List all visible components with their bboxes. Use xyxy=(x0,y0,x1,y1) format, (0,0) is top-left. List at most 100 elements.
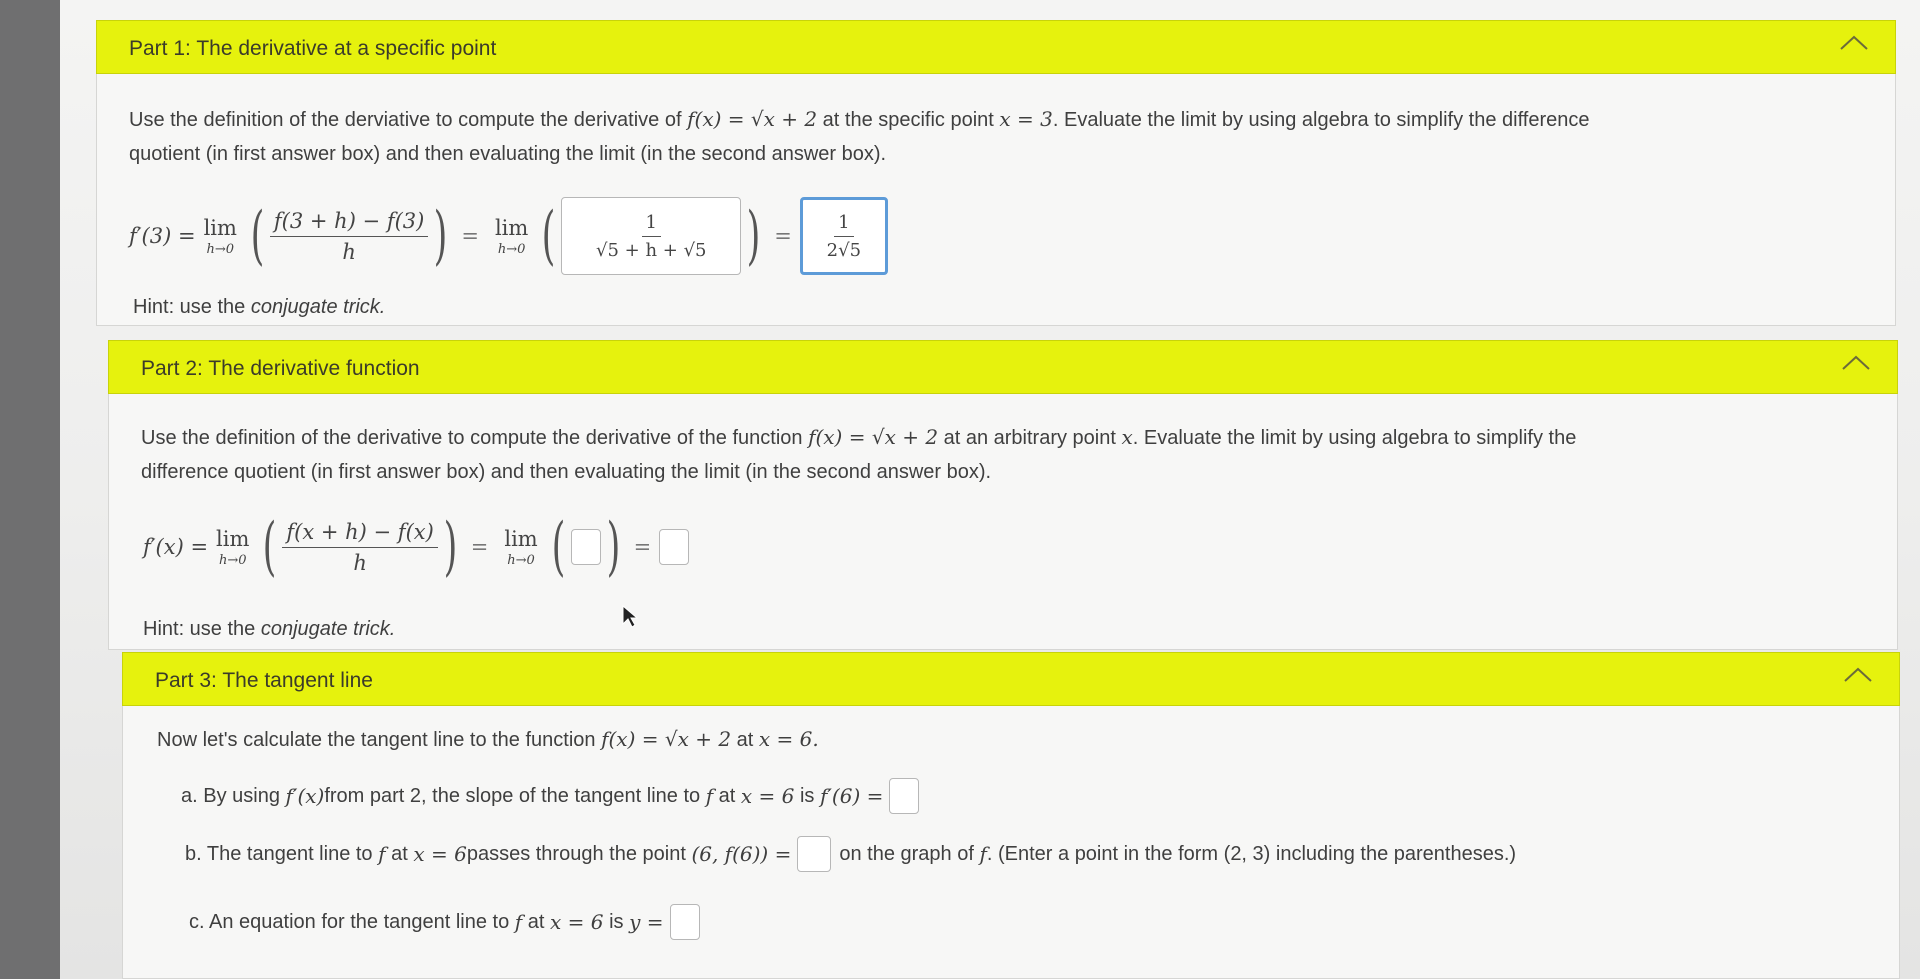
part2-intro-text-c: . Evaluate the limit by using algebra to… xyxy=(1132,427,1577,449)
answer1-fraction: 1 √5 + h + √5 xyxy=(596,212,707,261)
part3-item-c: c. An equation for the tangent line to f… xyxy=(189,904,700,940)
part3-function: f(x) = √x + 2 xyxy=(601,727,732,751)
collapse-caret-icon[interactable] xyxy=(1841,663,1875,687)
hint-emphasis: conjugate trick. xyxy=(250,296,386,318)
item-b-after: on the graph of xyxy=(839,843,974,865)
answer2-fraction: 1 2√5 xyxy=(827,212,861,261)
answer2-denominator: 2√5 xyxy=(826,239,862,261)
item-c-at: at xyxy=(527,911,545,933)
part2-header[interactable]: Part 2: The derivative function xyxy=(108,340,1898,394)
part2-function: f(x) = √x + 2 xyxy=(808,425,939,449)
collapse-caret-icon[interactable] xyxy=(1839,351,1873,375)
lim-subscript: h→0 xyxy=(507,552,535,568)
right-paren: ) xyxy=(606,510,621,584)
part1-equation: f′(3) = lim h→0 ( f(3 + h) − f(3) h ) = li… xyxy=(129,186,888,286)
item-a-x: x = 6 xyxy=(740,784,795,808)
part3-answer-b[interactable] xyxy=(797,836,832,872)
item-a-is: is xyxy=(799,785,815,807)
part2-intro-text-b: at an arbitrary point xyxy=(938,427,1122,449)
equals-sign: = xyxy=(774,224,792,248)
dq-numerator: f(3 + h) − f(3) xyxy=(269,209,429,237)
answer1-den-b: + √5 xyxy=(657,239,707,261)
answer1-numerator: 1 xyxy=(641,212,661,237)
part1-answer-box-1[interactable]: 1 √5 + h + √5 xyxy=(561,197,742,275)
part1-hint: Hint: use the conjugate trick. xyxy=(133,296,385,319)
part1-function: f(x) = √x + 2 xyxy=(687,107,818,131)
part3-item-a: a. By using f′(x) from part 2, the slope… xyxy=(181,778,920,814)
answer1-denominator: √5 + h + √5 xyxy=(596,237,707,261)
part3-intro-text-b: at xyxy=(731,729,759,751)
part1-header[interactable]: Part 1: The derivative at a specific poi… xyxy=(96,20,1896,74)
part3-answer-a[interactable] xyxy=(889,778,920,814)
left-paren: ( xyxy=(551,510,566,584)
lim-label: lim xyxy=(494,215,529,240)
screen: Part 1: The derivative at a specific poi… xyxy=(60,0,1920,979)
item-b-point: (6, f(6)) = xyxy=(691,842,792,866)
part2-answer-box-1[interactable] xyxy=(570,529,601,565)
lim-label: lim xyxy=(216,526,250,551)
collapse-caret-icon[interactable] xyxy=(1837,31,1871,55)
part1-intro-text-c: . Evaluate the limit by using algebra to… xyxy=(1052,109,1590,131)
item-a-fx: f′(x) xyxy=(285,784,325,808)
equals-sign: = xyxy=(633,535,652,559)
part1-lhs: f′(3) = xyxy=(129,224,196,248)
part3-intro: Now let's calculate the tangent line to … xyxy=(157,722,819,757)
lim-subscript: h→0 xyxy=(497,241,526,257)
part2-section: Part 2: The derivative function Use the … xyxy=(108,340,1898,650)
item-b-text: b. The tangent line to xyxy=(185,843,373,865)
item-a-at: at xyxy=(718,785,736,807)
part1-answer-box-2[interactable]: 1 2√5 xyxy=(799,197,888,275)
right-paren: ) xyxy=(443,510,458,584)
item-b-x: x = 6 xyxy=(413,842,467,866)
part2-title: Part 2: The derivative function xyxy=(141,357,420,380)
item-b-at: at xyxy=(391,843,408,865)
item-c-x: x = 6 xyxy=(550,910,604,934)
answer2-numerator: 1 xyxy=(834,212,854,237)
part2-limit-2: lim h→0 xyxy=(504,527,537,568)
part2-hint: Hint: use the conjugate trick. xyxy=(143,618,395,641)
part2-intro-text: Use the definition of the derivative to … xyxy=(141,427,809,449)
part1-intro-line2: quotient (in first answer box) and then … xyxy=(129,143,887,165)
lim-subscript: h→0 xyxy=(218,552,247,568)
left-paren: ( xyxy=(541,199,556,273)
part3-title: Part 3: The tangent line xyxy=(155,669,373,692)
answer1-den-a: √5 + h xyxy=(596,239,658,261)
item-c-lhs: y = xyxy=(629,910,664,934)
item-c-is: is xyxy=(609,911,624,933)
part3-point: x = 6. xyxy=(758,727,819,751)
part2-body: Use the definition of the derivative to … xyxy=(108,394,1898,650)
part3-intro-text: Now let's calculate the tangent line to … xyxy=(157,729,602,751)
item-b-text2: passes through the point xyxy=(466,843,686,865)
equals-sign: = xyxy=(470,535,489,559)
part1-limit-2: lim h→0 xyxy=(495,216,528,257)
left-paren: ( xyxy=(250,199,265,273)
part1-title: Part 1: The derivative at a specific poi… xyxy=(129,37,497,60)
part3-item-b: b. The tangent line to f at x = 6 passes… xyxy=(185,836,1516,872)
part3-section: Part 3: The tangent line Now let's calcu… xyxy=(122,652,1900,979)
lim-label: lim xyxy=(203,215,237,240)
part1-section: Part 1: The derivative at a specific poi… xyxy=(96,20,1896,326)
part3-body: Now let's calculate the tangent line to … xyxy=(122,706,1900,979)
item-b-f2: f xyxy=(979,842,987,866)
equals-sign: = xyxy=(461,224,479,248)
lim-subscript: h→0 xyxy=(206,241,235,257)
left-paren: ( xyxy=(263,510,277,584)
item-c-text: c. An equation for the tangent line to xyxy=(189,911,510,933)
part2-answer-box-2[interactable] xyxy=(659,529,690,565)
dq-numerator: f(x + h) − f(x) xyxy=(282,520,438,548)
item-a-f: f xyxy=(705,784,714,808)
part2-lhs: f′(x) = xyxy=(143,535,209,559)
item-b-f: f xyxy=(378,842,386,866)
mouse-cursor-icon xyxy=(622,604,639,628)
hint-prefix: Hint: use the xyxy=(143,618,261,640)
part2-equation: f′(x) = lim h→0 ( f(x + h) − f(x) h ) = li… xyxy=(143,502,690,592)
part3-header[interactable]: Part 3: The tangent line xyxy=(122,652,1900,706)
hint-prefix: Hint: use the xyxy=(133,296,251,318)
right-paren: ) xyxy=(746,199,761,273)
item-c-f: f xyxy=(514,910,523,934)
part1-body: Use the definition of the derviative to … xyxy=(96,74,1896,326)
part1-difference-quotient: f(3 + h) − f(3) h xyxy=(269,209,429,264)
part1-intro-text-b: at the specific point xyxy=(817,109,1000,131)
part3-answer-c[interactable] xyxy=(669,904,700,940)
item-a-lhs: f′(6) = xyxy=(819,784,884,808)
